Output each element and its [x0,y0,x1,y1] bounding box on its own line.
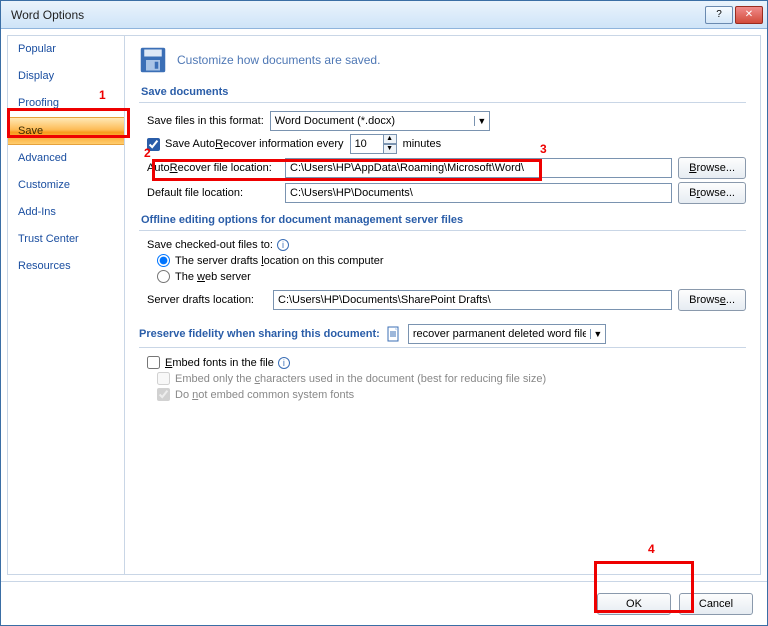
window-controls: ? ✕ [705,6,763,24]
default-location-input[interactable] [285,183,672,203]
page-header: Customize how documents are saved. [139,46,746,74]
section-preserve: Preserve fidelity when sharing this docu… [139,321,746,348]
spin-up-icon[interactable]: ▲ [383,134,397,144]
server-drafts-label: Server drafts location: [147,294,273,306]
info-icon[interactable]: i [278,357,290,369]
sidebar-item-display[interactable]: Display [8,63,124,90]
embed-only-chars-checkbox [157,372,170,385]
save-disk-icon [139,46,167,74]
window-root: Word Options ? ✕ Popular Display Proofin… [0,0,768,626]
no-common-fonts-checkbox [157,388,170,401]
section-save-documents: Save documents [139,82,746,103]
server-drafts-input[interactable] [273,290,672,310]
browse-default-button[interactable]: Browse... [678,182,746,204]
title-bar: Word Options ? ✕ [1,1,767,29]
chevron-down-icon: ▼ [590,329,605,339]
chevron-down-icon: ▼ [474,116,489,126]
save-format-select[interactable]: Word Document (*.docx) ▼ [270,111,490,131]
embed-fonts-label: Embed fonts in the file [165,357,274,369]
sidebar-item-advanced[interactable]: Advanced [8,145,124,172]
sidebar-item-resources[interactable]: Resources [8,253,124,280]
dialog-footer: OK Cancel [1,581,767,625]
cancel-button[interactable]: Cancel [679,593,753,615]
help-button[interactable]: ? [705,6,733,24]
close-button[interactable]: ✕ [735,6,763,24]
browse-autorecover-button[interactable]: Browse... [678,157,746,179]
radio-web-label: The web server [175,271,251,283]
document-icon [386,326,402,342]
autorecover-checkbox[interactable] [147,138,160,151]
dialog-body: Popular Display Proofing Save Advanced C… [1,29,767,581]
save-format-value: Word Document (*.docx) [275,115,470,127]
spin-down-icon[interactable]: ▼ [383,144,397,154]
autorecover-minutes-input[interactable] [350,134,384,154]
autorecover-label: Save AutoRecover information every [165,138,344,150]
section-offline: Offline editing options for document man… [139,210,746,231]
content-pane: Customize how documents are saved. Save … [125,35,761,575]
embed-fonts-checkbox[interactable] [147,356,160,369]
preserve-doc-select[interactable]: recover parmanent deleted word file ▼ [408,324,606,344]
info-icon[interactable]: i [277,239,289,251]
save-format-label: Save files in this format: [147,115,264,127]
sidebar-item-popular[interactable]: Popular [8,36,124,63]
embed-only-chars-label: Embed only the characters used in the do… [175,373,546,385]
ok-button[interactable]: OK [597,593,671,615]
checkout-label: Save checked-out files to: [147,239,273,251]
browse-drafts-button[interactable]: Browse... [678,289,746,311]
sidebar-item-add-ins[interactable]: Add-Ins [8,199,124,226]
preserve-doc-value: recover parmanent deleted word file [413,328,586,340]
preserve-label: Preserve fidelity when sharing this docu… [139,328,380,340]
sidebar-item-trust-center[interactable]: Trust Center [8,226,124,253]
radio-web-server[interactable] [157,270,170,283]
sidebar-item-customize[interactable]: Customize [8,172,124,199]
autorecover-minutes-spinner[interactable]: ▲ ▼ [350,134,397,154]
sidebar-item-save[interactable]: Save [8,117,124,145]
minutes-label: minutes [403,138,442,150]
default-location-label: Default file location: [147,187,285,199]
autorecover-location-input[interactable] [285,158,672,178]
radio-local-drafts[interactable] [157,254,170,267]
sidebar-item-proofing[interactable]: Proofing [8,90,124,117]
page-header-text: Customize how documents are saved. [177,53,380,67]
window-title: Word Options [11,8,705,22]
no-common-fonts-label: Do not embed common system fonts [175,389,354,401]
radio-local-label: The server drafts location on this compu… [175,255,384,267]
sidebar: Popular Display Proofing Save Advanced C… [7,35,125,575]
autorecover-location-label: AutoRecover file location: [147,162,285,174]
spinner-buttons[interactable]: ▲ ▼ [383,134,397,154]
